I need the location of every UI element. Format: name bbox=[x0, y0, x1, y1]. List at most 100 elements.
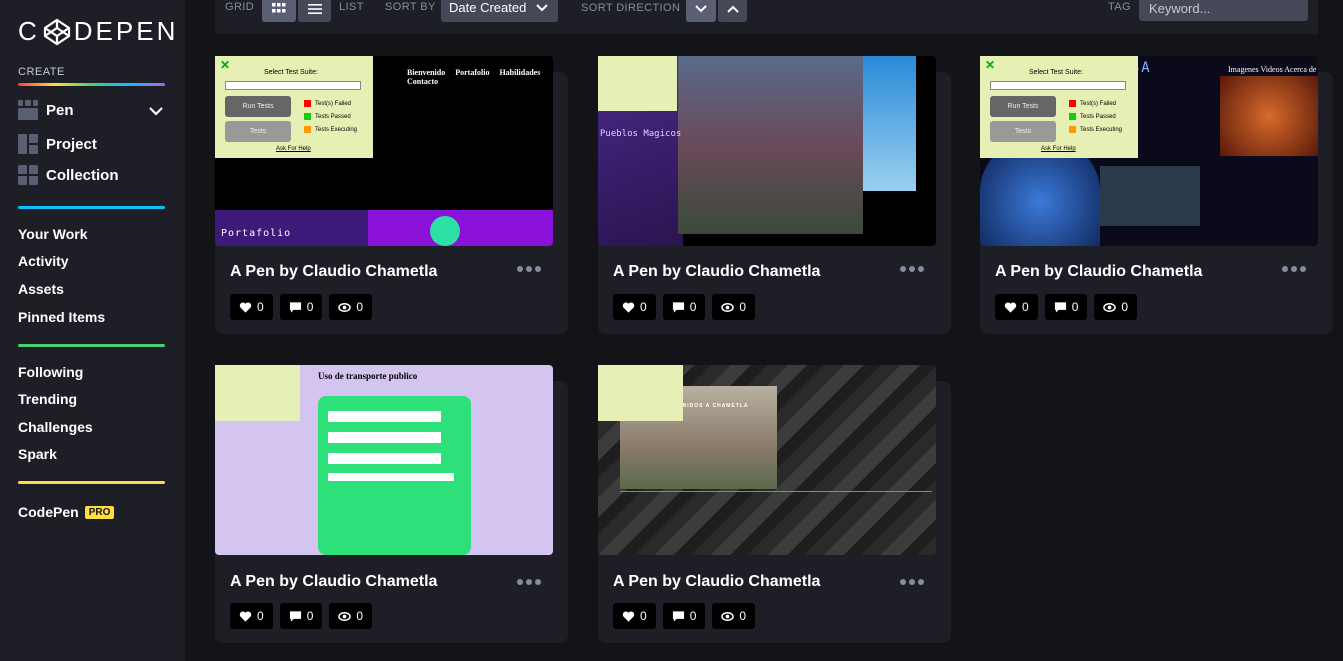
comment-button[interactable]: 0 bbox=[279, 294, 323, 320]
legend-passed: Tests Passed bbox=[1069, 113, 1116, 120]
run-tests-button[interactable]: Run Tests bbox=[990, 96, 1056, 117]
comment-count: 0 bbox=[306, 300, 314, 314]
more-options-icon[interactable] bbox=[517, 266, 541, 272]
codepen-label: CodePen bbox=[18, 504, 79, 520]
nav-trending[interactable]: Trending bbox=[18, 391, 77, 407]
filter-toolbar: GRID LIST SORT BY Date Created SORT DIRE… bbox=[215, 0, 1318, 34]
close-icon[interactable]: ✕ bbox=[985, 58, 995, 72]
pen-card: BIENVENIDOS A CHAMETLA A Pen by Claudio … bbox=[598, 365, 951, 643]
pen-title[interactable]: A Pen by Claudio Chametla bbox=[230, 263, 437, 281]
thumb-menu: Bienvenido Portafolio Habilidades Contac… bbox=[407, 68, 541, 86]
more-options-icon[interactable] bbox=[517, 579, 541, 585]
create-pen-button[interactable]: Pen bbox=[18, 100, 74, 120]
more-options-icon[interactable] bbox=[900, 266, 924, 272]
nav-spark[interactable]: Spark bbox=[18, 446, 57, 462]
nav-assets[interactable]: Assets bbox=[18, 281, 64, 297]
legend-executing: Tests Executing bbox=[304, 126, 357, 133]
like-button[interactable]: 0 bbox=[230, 294, 273, 320]
sort-ascending-button[interactable] bbox=[718, 0, 747, 22]
divider-yellow bbox=[18, 481, 165, 484]
chevron-down-icon bbox=[695, 5, 707, 13]
test-suite-panel: ✕ Select Test Suite: Run Tests Tests Tes… bbox=[980, 56, 1138, 158]
create-collection-button[interactable]: Collection bbox=[18, 165, 119, 185]
pen-card: Uso de transporte publico A Pen by Claud… bbox=[215, 365, 568, 643]
list-view-button[interactable] bbox=[298, 0, 331, 22]
eye-icon bbox=[1103, 302, 1117, 312]
grid-label: GRID bbox=[225, 1, 255, 13]
legend-failed: Test(s) Failed bbox=[1069, 100, 1116, 107]
legend-executing-label: Tests Executing bbox=[315, 126, 358, 133]
test-suite-panel-mini bbox=[598, 365, 683, 421]
like-button[interactable]: 0 bbox=[230, 603, 273, 629]
grid-view-button[interactable] bbox=[262, 0, 296, 22]
legend-failed-label: Test(s) Failed bbox=[315, 100, 352, 107]
pen-card: Imagenes Videos Acerca de NASA ✕ Select … bbox=[980, 56, 1333, 334]
like-button[interactable]: 0 bbox=[995, 294, 1038, 320]
sort-by-label: SORT BY bbox=[385, 1, 436, 13]
comment-icon bbox=[289, 301, 301, 313]
comment-count: 0 bbox=[1071, 300, 1079, 314]
ask-for-help-link[interactable]: Ask For Help bbox=[276, 146, 311, 152]
nav-activity[interactable]: Activity bbox=[18, 253, 69, 269]
pen-title[interactable]: A Pen by Claudio Chametla bbox=[613, 573, 820, 591]
view-count: 0 bbox=[356, 609, 364, 623]
nav-following[interactable]: Following bbox=[18, 364, 83, 380]
nav-pinned-items[interactable]: Pinned Items bbox=[18, 309, 105, 325]
chevron-down-icon[interactable] bbox=[148, 103, 164, 119]
ask-for-help-link[interactable]: Ask For Help bbox=[1041, 146, 1076, 152]
like-count: 0 bbox=[257, 300, 264, 314]
view-count: 0 bbox=[739, 609, 747, 623]
comment-button[interactable]: 0 bbox=[662, 294, 706, 320]
test-suite-panel-mini bbox=[215, 365, 300, 421]
nav-codepen-pro[interactable]: CodePen PRO bbox=[18, 504, 115, 520]
legend-passed-label: Tests Passed bbox=[1080, 113, 1116, 120]
heart-icon bbox=[622, 610, 635, 622]
nav-your-work[interactable]: Your Work bbox=[18, 226, 88, 242]
legend-failed-label: Test(s) Failed bbox=[1080, 100, 1117, 107]
create-pen-label: Pen bbox=[46, 101, 74, 119]
logo-text-c: C bbox=[18, 16, 40, 46]
like-button[interactable]: 0 bbox=[613, 603, 656, 629]
tests-button[interactable]: Tests bbox=[990, 121, 1056, 142]
comment-count: 0 bbox=[689, 609, 697, 623]
thumb-rule bbox=[620, 491, 932, 492]
comment-button[interactable]: 0 bbox=[1044, 294, 1088, 320]
sort-descending-button[interactable] bbox=[686, 0, 716, 22]
keyword-input[interactable] bbox=[1139, 0, 1308, 21]
chevron-up-icon bbox=[726, 5, 739, 13]
thumb-form-field bbox=[328, 453, 441, 464]
view-count: 0 bbox=[739, 300, 747, 314]
thumb-menu: Imagenes Videos Acerca de bbox=[1228, 65, 1317, 74]
pen-card: Bienvenido Portafolio Habilidades Contac… bbox=[215, 56, 568, 334]
more-options-icon[interactable] bbox=[900, 579, 924, 585]
comment-button[interactable]: 0 bbox=[279, 603, 323, 629]
comment-button[interactable]: 0 bbox=[662, 603, 706, 629]
pen-icon bbox=[18, 100, 38, 120]
test-suite-select[interactable] bbox=[225, 81, 361, 90]
legend-passed-label: Tests Passed bbox=[315, 113, 351, 120]
like-count: 0 bbox=[1022, 300, 1029, 314]
test-suite-panel: ✕ Select Test Suite: Run Tests Tests Tes… bbox=[215, 56, 373, 158]
pen-card: Pueblos Magicos A Pen by Claudio Chametl… bbox=[598, 56, 951, 334]
sidebar: C DEPEN CREATE Pen Project Collection Yo… bbox=[0, 0, 185, 661]
pro-badge: PRO bbox=[84, 506, 115, 519]
divider-blue bbox=[18, 206, 165, 209]
close-icon[interactable]: ✕ bbox=[220, 58, 230, 72]
nav-challenges[interactable]: Challenges bbox=[18, 419, 93, 435]
eye-icon bbox=[338, 302, 352, 312]
more-options-icon[interactable] bbox=[1282, 266, 1306, 272]
sort-by-select[interactable]: Date Created bbox=[441, 0, 558, 22]
like-button[interactable]: 0 bbox=[613, 294, 656, 320]
thumb-form-field bbox=[328, 411, 441, 422]
create-project-button[interactable]: Project bbox=[18, 134, 97, 154]
heart-icon bbox=[239, 610, 252, 622]
tests-button[interactable]: Tests bbox=[225, 121, 291, 142]
pen-title[interactable]: A Pen by Claudio Chametla bbox=[995, 263, 1202, 281]
pen-title[interactable]: A Pen by Claudio Chametla bbox=[230, 573, 437, 591]
thumb-band-violet bbox=[368, 210, 553, 246]
codepen-logo[interactable]: C DEPEN bbox=[18, 16, 178, 47]
pen-title[interactable]: A Pen by Claudio Chametla bbox=[613, 263, 820, 281]
legend-failed: Test(s) Failed bbox=[304, 100, 351, 107]
test-suite-select[interactable] bbox=[990, 81, 1126, 90]
run-tests-button[interactable]: Run Tests bbox=[225, 96, 291, 117]
